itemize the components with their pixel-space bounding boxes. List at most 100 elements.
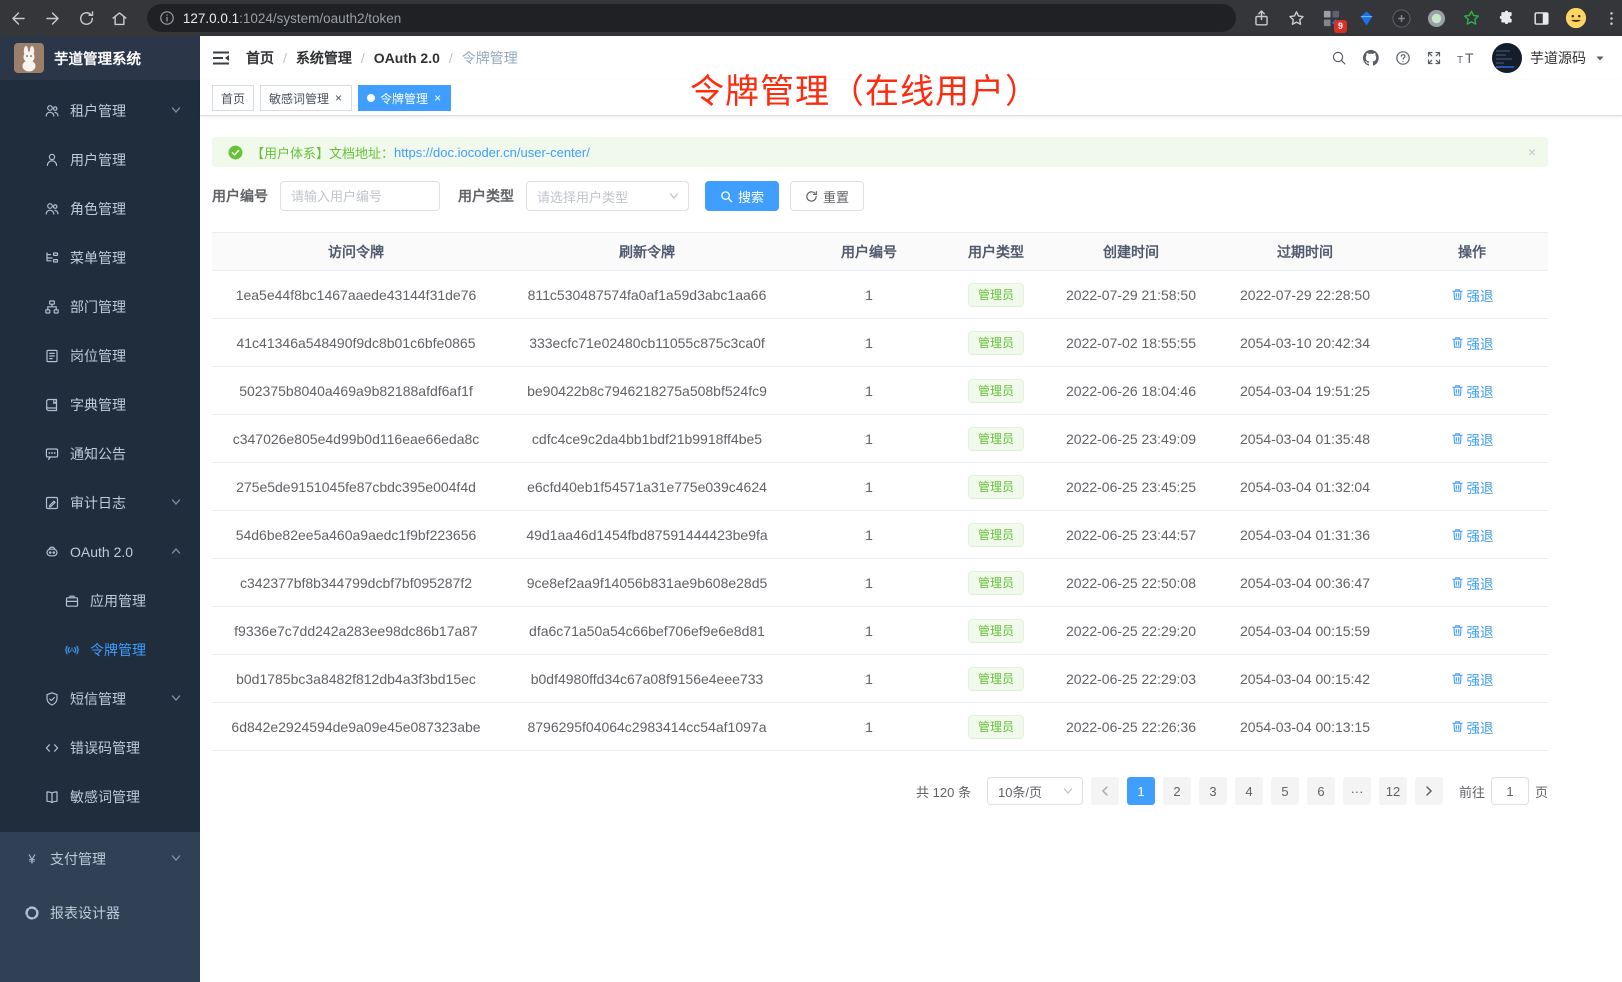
sidebar-item-令牌管理[interactable]: A令牌管理 — [0, 625, 200, 674]
page-button-12[interactable]: 12 — [1379, 777, 1407, 805]
github-icon[interactable] — [1362, 49, 1380, 67]
extensions-puzzle-button[interactable] — [1495, 7, 1517, 29]
help-icon[interactable] — [1395, 50, 1411, 66]
sidebar-item-错误码管理[interactable]: 错误码管理 — [0, 723, 200, 772]
browser-home-button[interactable] — [105, 3, 135, 33]
created-cell: 2022-06-25 22:50:08 — [1048, 559, 1214, 607]
dark-circle-icon — [1392, 9, 1411, 28]
breadcrumb-item[interactable]: 系统管理 — [296, 48, 352, 68]
force-logout-link[interactable]: 强退 — [1451, 285, 1494, 305]
success-icon — [228, 145, 243, 160]
sidebar-item-label: 错误码管理 — [70, 738, 140, 758]
force-logout-link[interactable]: 强退 — [1451, 621, 1494, 641]
next-page-button[interactable] — [1415, 777, 1443, 805]
sidebar-item-角色管理[interactable]: 角色管理 — [0, 184, 200, 233]
sidebar-collapse-button[interactable] — [210, 47, 232, 69]
tab-令牌管理[interactable]: 令牌管理× — [358, 85, 451, 111]
extension-gem[interactable] — [1355, 7, 1377, 29]
sidebar-item-label: 审计日志 — [70, 493, 126, 513]
sidebar-item-短信管理[interactable]: 短信管理 — [0, 674, 200, 723]
bookmark-button[interactable] — [1285, 7, 1307, 29]
refresh-cell: e6cfd40eb1f54571a31e775e039c4624 — [500, 463, 794, 511]
user-type-select[interactable]: 请选择用户类型 — [526, 181, 689, 211]
doc-link[interactable]: https://doc.iocoder.cn/user-center/ — [394, 145, 590, 160]
fullscreen-icon[interactable] — [1426, 50, 1442, 66]
tab-首页[interactable]: 首页 — [212, 85, 254, 111]
sidebar-item-OAuth 2.0[interactable]: OAuth 2.0 — [0, 527, 200, 576]
prev-page-button[interactable] — [1091, 777, 1119, 805]
refresh-cell: 811c530487574fa0af1a59d3abc1aa66 — [500, 271, 794, 319]
sidebar-item-报表设计器[interactable]: 报表设计器 — [0, 886, 200, 940]
browser-reload-button[interactable] — [71, 3, 101, 33]
sidebar-item-支付管理[interactable]: ¥支付管理 — [0, 832, 200, 886]
extension-green-star[interactable] — [1460, 7, 1482, 29]
page-button-4[interactable]: 4 — [1235, 777, 1263, 805]
sidebar-item-用户管理[interactable]: 用户管理 — [0, 135, 200, 184]
font-size-icon[interactable]: TT — [1457, 50, 1477, 66]
table-row: 502375b8040a469a9b82188afdf6af1fbe90422b… — [212, 367, 1548, 415]
page-button-2[interactable]: 2 — [1163, 777, 1191, 805]
search-button[interactable]: 搜索 — [705, 181, 779, 211]
alert-close-icon[interactable]: × — [1528, 144, 1536, 160]
expires-cell: 2054-03-04 01:31:36 — [1214, 511, 1396, 559]
force-logout-link[interactable]: 强退 — [1451, 717, 1494, 737]
created-cell: 2022-06-25 22:26:36 — [1048, 703, 1214, 751]
refresh-icon — [805, 190, 818, 203]
breadcrumb-item[interactable]: 首页 — [246, 48, 274, 68]
sidebar-item-应用管理[interactable]: 应用管理 — [0, 576, 200, 625]
expires-cell: 2054-03-04 00:15:59 — [1214, 607, 1396, 655]
tab-敏感词管理[interactable]: 敏感词管理× — [260, 85, 352, 111]
sidebar-item-租户管理[interactable]: 租户管理 — [0, 86, 200, 135]
star-icon — [1287, 9, 1306, 28]
page-size-select[interactable]: 10条/页 — [987, 777, 1083, 805]
browser-forward-button[interactable] — [38, 3, 68, 33]
page-button-3[interactable]: 3 — [1199, 777, 1227, 805]
force-logout-link[interactable]: 强退 — [1451, 477, 1494, 497]
browser-back-button[interactable] — [4, 3, 34, 33]
page-button-1[interactable]: 1 — [1127, 777, 1155, 805]
user-id-input[interactable] — [280, 181, 440, 211]
share-button[interactable] — [1250, 7, 1272, 29]
trash-icon — [1451, 432, 1464, 445]
force-logout-link[interactable]: 强退 — [1451, 525, 1494, 545]
tab-close-icon[interactable]: × — [433, 92, 442, 104]
created-cell: 2022-06-25 22:29:03 — [1048, 655, 1214, 703]
force-logout-link[interactable]: 强退 — [1451, 669, 1494, 689]
app-logo[interactable]: 芋道管理系统 — [0, 36, 200, 80]
table-row: 41c41346a548490f9dc8b01c6bfe0865333ecfc7… — [212, 319, 1548, 367]
force-logout-link[interactable]: 强退 — [1451, 573, 1494, 593]
force-logout-link[interactable]: 强退 — [1451, 381, 1494, 401]
svg-text:A: A — [70, 647, 75, 654]
table-header-row: 访问令牌刷新令牌用户编号用户类型创建时间过期时间操作 — [212, 233, 1548, 271]
sidebar-item-部门管理[interactable]: 部门管理 — [0, 282, 200, 331]
side-panel-button[interactable] — [1530, 7, 1552, 29]
breadcrumb-item[interactable]: OAuth 2.0 — [374, 50, 440, 66]
extension-green-dot[interactable] — [1425, 7, 1447, 29]
force-logout-link[interactable]: 强退 — [1451, 333, 1494, 353]
access-cell: c342377bf8b344799dcbf7bf095287f2 — [212, 559, 500, 607]
page-button-5[interactable]: 5 — [1271, 777, 1299, 805]
reset-button[interactable]: 重置 — [790, 181, 864, 211]
sidebar-item-审计日志[interactable]: 审计日志 — [0, 478, 200, 527]
page-ellipsis[interactable]: ··· — [1343, 777, 1371, 805]
tab-close-icon[interactable]: × — [334, 92, 343, 104]
chevron-up-icon — [170, 544, 182, 560]
profile-avatar[interactable] — [1565, 7, 1587, 29]
extension-blocks[interactable]: 9 — [1320, 7, 1342, 29]
address-bar[interactable]: 127.0.0.1:1024/system/oauth2/token — [147, 4, 1236, 32]
sidebar-item-字典管理[interactable]: 字典管理 — [0, 380, 200, 429]
extension-dark-circle[interactable] — [1390, 7, 1412, 29]
sidebar-item-敏感词管理[interactable]: 敏感词管理 — [0, 772, 200, 821]
table-row: 6d842e2924594de9a09e45e087323abe8796295f… — [212, 703, 1548, 751]
sidebar-item-岗位管理[interactable]: 岗位管理 — [0, 331, 200, 380]
page-button-6[interactable]: 6 — [1307, 777, 1335, 805]
user-menu[interactable]: 芋道源码 — [1492, 43, 1606, 73]
sidebar-item-菜单管理[interactable]: 菜单管理 — [0, 233, 200, 282]
trash-icon — [1451, 288, 1464, 301]
goto-page-input[interactable] — [1491, 777, 1529, 805]
browser-menu-button[interactable] — [1600, 7, 1622, 29]
token-table: 访问令牌刷新令牌用户编号用户类型创建时间过期时间操作 1ea5e44f8bc14… — [212, 232, 1548, 751]
force-logout-link[interactable]: 强退 — [1451, 429, 1494, 449]
sidebar-item-通知公告[interactable]: 通知公告 — [0, 429, 200, 478]
search-icon[interactable] — [1331, 50, 1347, 66]
